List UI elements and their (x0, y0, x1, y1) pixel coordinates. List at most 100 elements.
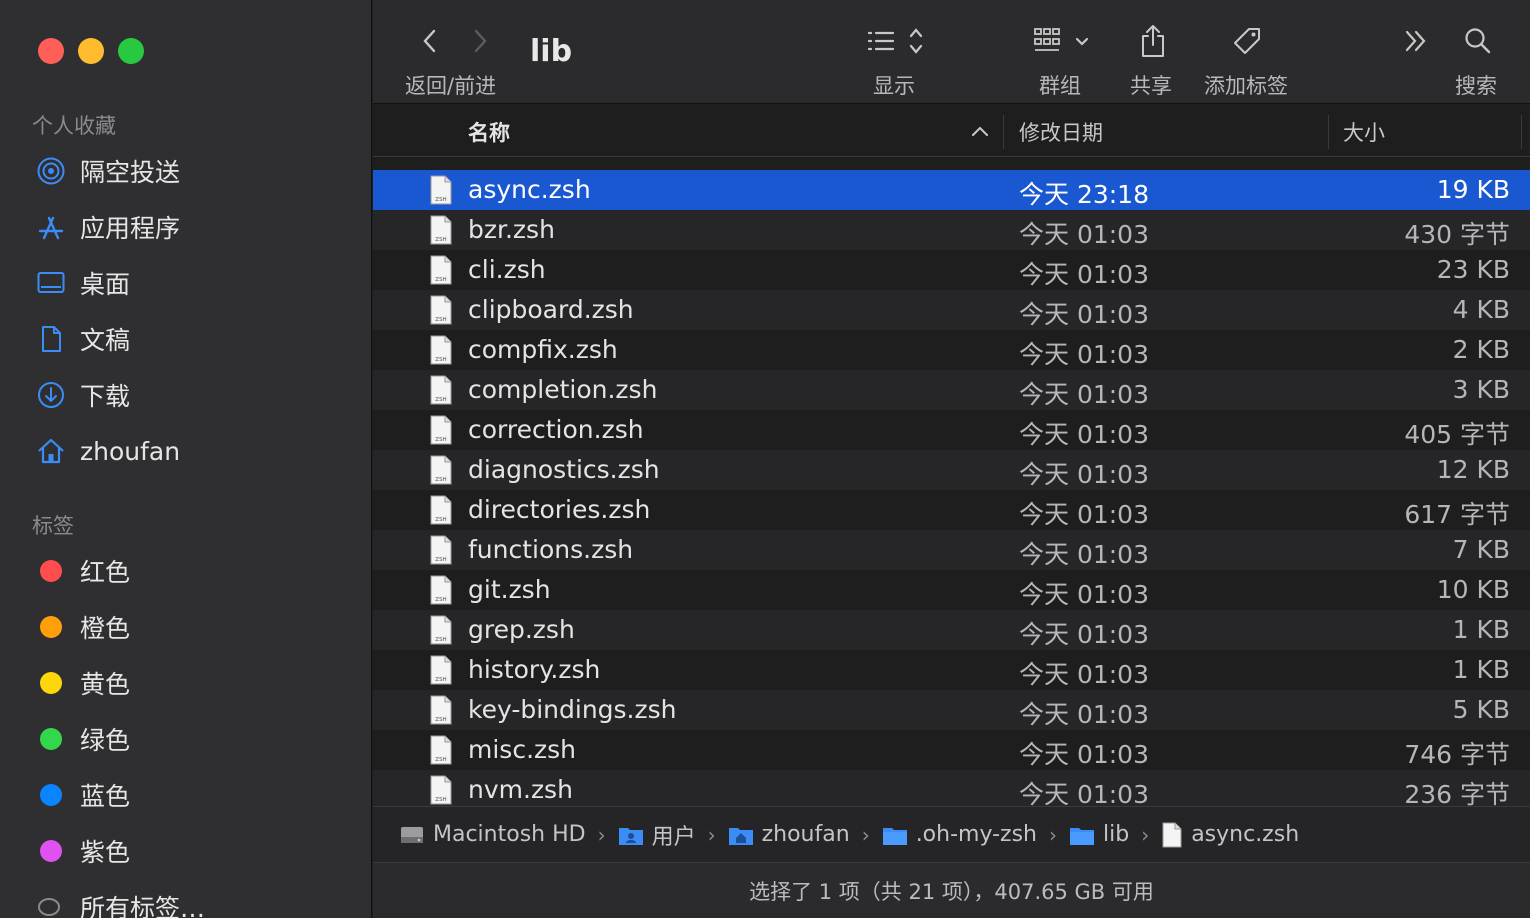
column-divider[interactable] (1328, 115, 1329, 149)
window-title: lib (530, 34, 573, 69)
file-row[interactable]: ZSH bzr.zsh 今天 01:03 430 字节 (373, 210, 1530, 250)
file-row[interactable]: ZSH key-bindings.zsh 今天 01:03 5 KB (373, 690, 1530, 730)
zsh-file-icon: ZSH (429, 615, 453, 649)
column-date[interactable]: 修改日期 (1019, 117, 1103, 147)
svg-text:ZSH: ZSH (435, 477, 446, 483)
file-row[interactable]: ZSH directories.zsh 今天 01:03 617 字节 (373, 490, 1530, 530)
column-divider[interactable] (1003, 115, 1004, 149)
add-tag-label: 添加标签 (1204, 74, 1288, 98)
zsh-file-icon: ZSH (429, 175, 453, 209)
file-date: 今天 01:03 (1019, 380, 1149, 409)
file-row[interactable]: ZSH misc.zsh 今天 01:03 746 字节 (373, 730, 1530, 770)
sidebar-item-label: 紫色 (80, 838, 131, 867)
sidebar-item-downloads[interactable]: 下载 (34, 372, 354, 418)
column-name[interactable]: 名称 (468, 117, 510, 147)
file-row[interactable]: ZSH functions.zsh 今天 01:03 7 KB (373, 530, 1530, 570)
zsh-file-icon: ZSH (429, 535, 453, 569)
path-bar: Macintosh HD › 用户 › zhoufan › .oh-my-zsh › lib › a… (373, 806, 1530, 862)
file-icon (1161, 822, 1183, 848)
file-size: 10 KB (1436, 575, 1510, 604)
file-row[interactable]: ZSH history.zsh 今天 01:03 1 KB (373, 650, 1530, 690)
zsh-file-icon: ZSH (429, 215, 453, 249)
sidebar-tag-red[interactable]: 红色 (34, 548, 354, 594)
sidebar-item-label: 所有标签… (80, 894, 206, 918)
sidebar-tag-purple[interactable]: 紫色 (34, 828, 354, 874)
svg-text:ZSH: ZSH (435, 757, 446, 763)
sidebar-tag-blue[interactable]: 蓝色 (34, 772, 354, 818)
file-row[interactable]: ZSH cli.zsh 今天 01:03 23 KB (373, 250, 1530, 290)
file-row[interactable]: ZSH async.zsh 今天 23:18 19 KB (373, 170, 1530, 210)
sidebar-item-label: 下载 (80, 382, 131, 411)
all-tags-icon (34, 890, 68, 918)
zsh-file-icon: ZSH (429, 415, 453, 449)
file-size: 23 KB (1436, 255, 1510, 284)
more-button[interactable] (1399, 24, 1433, 58)
path-item[interactable]: async.zsh (1161, 822, 1299, 848)
path-separator-icon: › (1141, 822, 1150, 847)
file-row[interactable]: ZSH git.zsh 今天 01:03 10 KB (373, 570, 1530, 610)
group-label: 群组 (1039, 74, 1081, 98)
path-separator-icon: › (861, 822, 870, 847)
zsh-file-icon: ZSH (429, 575, 453, 609)
file-row[interactable]: ZSH diagnostics.zsh 今天 01:03 12 KB (373, 450, 1530, 490)
column-size[interactable]: 大小 (1343, 117, 1385, 147)
svg-text:ZSH: ZSH (435, 197, 446, 203)
view-options-button[interactable] (865, 24, 935, 58)
file-size: 12 KB (1436, 455, 1510, 484)
file-row[interactable]: ZSH completion.zsh 今天 01:03 3 KB (373, 370, 1530, 410)
file-name: git.zsh (468, 575, 551, 604)
file-row[interactable]: ZSH grep.zsh 今天 01:03 1 KB (373, 610, 1530, 650)
nav-label: 返回/前进 (405, 74, 497, 98)
sidebar-item-airdrop[interactable]: 隔空投送 (34, 148, 354, 194)
file-size: 19 KB (1436, 175, 1510, 204)
file-row[interactable]: ZSH clipboard.zsh 今天 01:03 4 KB (373, 290, 1530, 330)
maximize-button[interactable] (118, 38, 144, 64)
sidebar-item-documents[interactable]: 文稿 (34, 316, 354, 362)
file-size: 746 字节 (1404, 740, 1510, 769)
file-date: 今天 23:18 (1019, 180, 1149, 209)
file-row[interactable]: ZSH nvm.zsh 今天 01:03 236 字节 (373, 770, 1530, 810)
zsh-file-icon: ZSH (429, 655, 453, 689)
zsh-file-icon: ZSH (429, 495, 453, 529)
orange-tag-icon (40, 616, 62, 638)
svg-text:ZSH: ZSH (435, 317, 446, 323)
file-row[interactable]: ZSH compfix.zsh 今天 01:03 2 KB (373, 330, 1530, 370)
sidebar-item-label: 蓝色 (80, 782, 131, 811)
sidebar-item-home[interactable]: zhoufan (34, 428, 354, 474)
search-button[interactable] (1461, 24, 1495, 58)
file-size: 1 KB (1452, 615, 1510, 644)
file-date: 今天 01:03 (1019, 580, 1149, 609)
sidebar-tag-yellow[interactable]: 黄色 (34, 660, 354, 706)
svg-text:ZSH: ZSH (435, 517, 446, 523)
path-item[interactable]: .oh-my-zsh (882, 822, 1037, 847)
file-date: 今天 01:03 (1019, 300, 1149, 329)
path-item[interactable]: 用户 (618, 819, 696, 851)
file-row[interactable]: ZSH correction.zsh 今天 01:03 405 字节 (373, 410, 1530, 450)
sidebar-item-label: 隔空投送 (80, 158, 181, 187)
sidebar-item-desktop[interactable]: 桌面 (34, 260, 354, 306)
svg-text:ZSH: ZSH (435, 357, 446, 363)
sidebar-tag-green[interactable]: 绿色 (34, 716, 354, 762)
sidebar-item-applications[interactable]: 应用程序 (34, 204, 354, 250)
desktop-icon (34, 266, 68, 300)
file-size: 5 KB (1452, 695, 1510, 724)
sidebar-tag-all[interactable]: 所有标签… (34, 884, 354, 918)
share-button[interactable] (1135, 22, 1171, 60)
group-button[interactable] (1031, 24, 1097, 58)
path-item[interactable]: zhoufan (728, 822, 850, 847)
file-name: clipboard.zsh (468, 295, 634, 324)
back-button[interactable] (415, 26, 445, 56)
file-name: key-bindings.zsh (468, 695, 677, 724)
folder-icon (882, 823, 908, 847)
file-size: 430 字节 (1404, 220, 1510, 249)
add-tag-button[interactable] (1229, 24, 1265, 60)
forward-button[interactable] (465, 26, 495, 56)
minimize-button[interactable] (78, 38, 104, 64)
file-date: 今天 01:03 (1019, 700, 1149, 729)
close-button[interactable] (38, 38, 64, 64)
path-item[interactable]: lib (1069, 822, 1129, 847)
path-item[interactable]: Macintosh HD (399, 822, 586, 847)
column-divider[interactable] (1521, 115, 1522, 149)
file-date: 今天 01:03 (1019, 340, 1149, 369)
sidebar-tag-orange[interactable]: 橙色 (34, 604, 354, 650)
